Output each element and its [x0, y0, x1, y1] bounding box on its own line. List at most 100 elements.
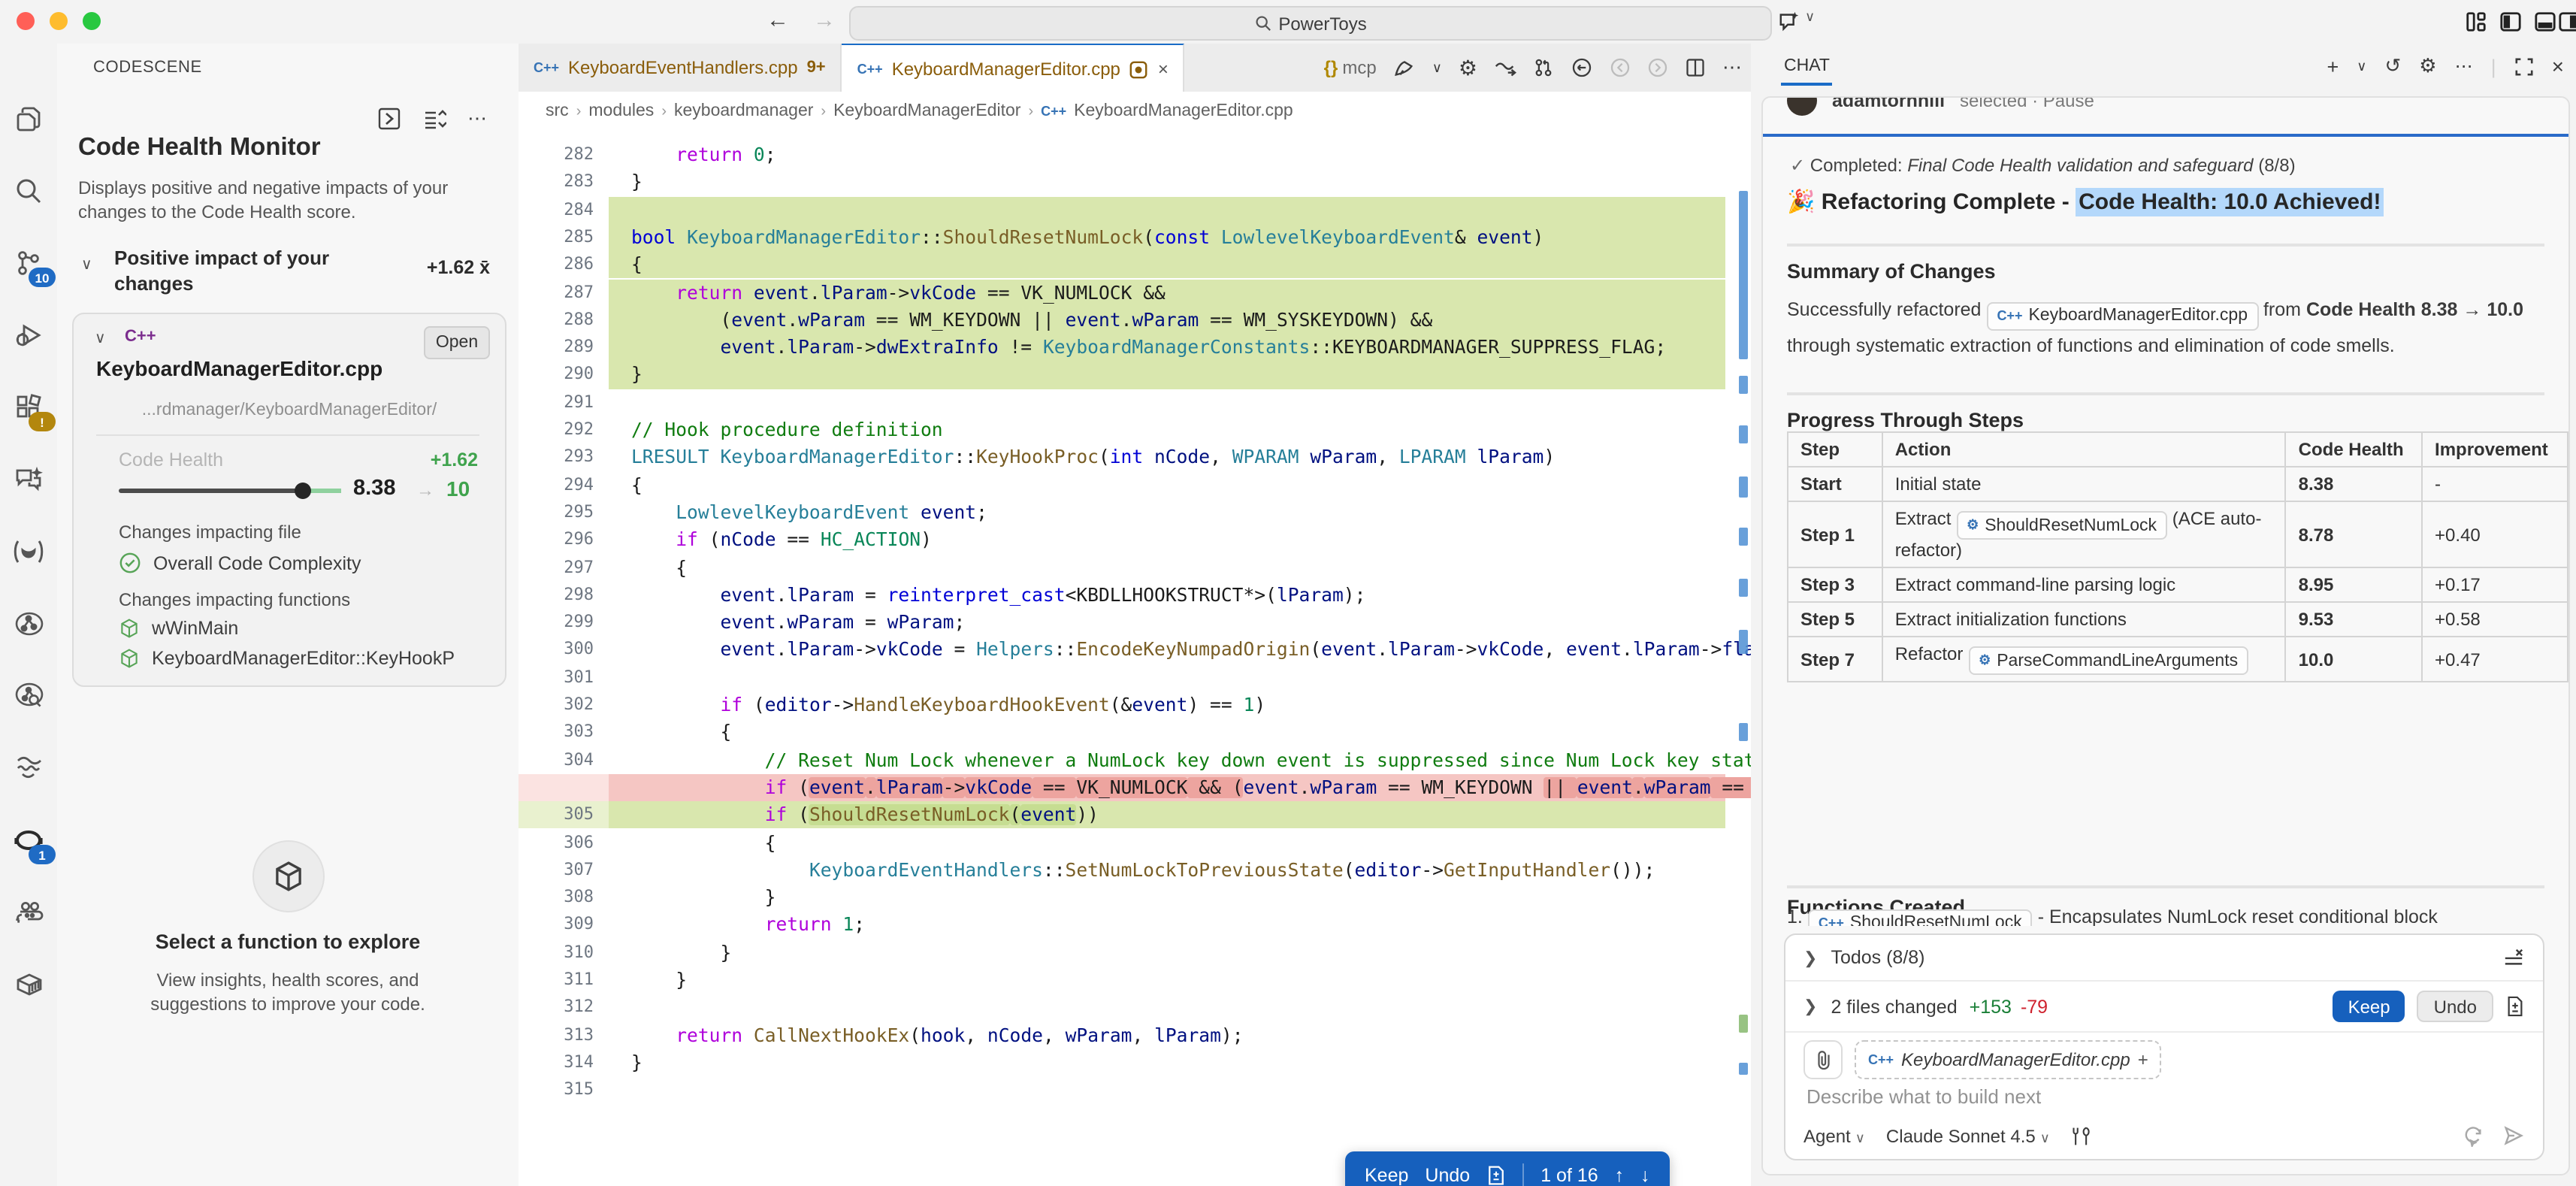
run-debug-icon[interactable]	[11, 317, 47, 353]
code-line[interactable]: 295 LowlevelKeyboardEvent event;	[519, 499, 1739, 527]
attach-button[interactable]	[1804, 1040, 1843, 1079]
chat-input-container[interactable]: ❯ Todos (8/8) ❯ 2 files changed +153 -79…	[1784, 933, 2544, 1160]
traffic-light-close[interactable]	[17, 12, 35, 30]
nav-forward-icon[interactable]: →	[813, 8, 836, 33]
open-file-button[interactable]: Open	[424, 326, 490, 359]
impact-file-item[interactable]: Overall Code Complexity	[119, 552, 361, 574]
explorer-icon[interactable]	[11, 101, 47, 137]
function-chip[interactable]: C++ShouldResetNumLock	[1808, 909, 2033, 926]
close-icon[interactable]: ×	[1158, 59, 1169, 80]
code-editor[interactable]: 282 return 0;283}284285bool KeyboardMana…	[519, 131, 1751, 1186]
code-line[interactable]: 296 if (nCode == HC_ACTION)	[519, 526, 1739, 554]
command-center-search[interactable]: PowerToys	[849, 6, 1772, 41]
undo-button[interactable]: Undo	[2417, 991, 2493, 1022]
tools-icon[interactable]	[2071, 1125, 2092, 1146]
code-line[interactable]: 309 return 1;	[519, 912, 1739, 939]
collapse-all-icon[interactable]	[422, 107, 446, 131]
code-line[interactable]: 315	[519, 1076, 1739, 1104]
code-line[interactable]: 299 event.wParam = wParam;	[519, 609, 1739, 637]
code-line[interactable]: 292// Hook procedure definition	[519, 416, 1739, 444]
code-line[interactable]: 287 return event.lParam->vkCode == VK_NU…	[519, 279, 1739, 307]
search-icon[interactable]	[11, 173, 47, 209]
code-line[interactable]: 289 event.lParam->dwExtraInfo != Keyboar…	[519, 334, 1739, 362]
impacted-function[interactable]: wWinMain	[119, 618, 238, 639]
code-line[interactable]: 300 event.lParam->vkCode = Helpers::Enco…	[519, 637, 1739, 664]
settings-gear-icon[interactable]: ⚙	[1459, 55, 1477, 80]
split-editor-icon[interactable]	[1685, 57, 1706, 78]
chat-tab[interactable]: CHAT	[1784, 57, 1830, 75]
function-chip[interactable]: ⚙ShouldResetNumLock	[1956, 511, 2167, 540]
chevron-down-icon[interactable]: ∨	[95, 331, 106, 347]
prev-change-icon[interactable]	[1610, 57, 1631, 78]
attached-file-chip[interactable]: C++ KeyboardManagerEditor.cpp +	[1855, 1040, 2162, 1079]
pull-request-icon[interactable]	[1533, 57, 1554, 78]
code-line[interactable]: 301	[519, 664, 1739, 691]
more-actions-icon[interactable]: ⋯	[467, 107, 488, 131]
diff-file-icon[interactable]	[1486, 1165, 1506, 1186]
tab-keyboardmanagereditor[interactable]: C++ KeyboardManagerEditor.cpp ×	[842, 44, 1185, 93]
file-health-card[interactable]: ∨ C++ Open KeyboardManagerEditor.cpp ...…	[72, 313, 506, 687]
customize-layout-icon[interactable]	[2465, 11, 2487, 33]
mcp-indicator[interactable]: {} mcp	[1324, 57, 1377, 78]
ai-assistant-icon[interactable]	[11, 894, 47, 930]
settings-gear-icon[interactable]: ⚙	[2419, 54, 2436, 78]
tab-keyboardeventhandlers[interactable]: C++ KeyboardEventHandlers.cpp 9+	[519, 44, 842, 92]
pulse-waves-icon[interactable]	[11, 750, 47, 786]
code-line[interactable]: 306 {	[519, 829, 1739, 857]
add-context-icon[interactable]: +	[2138, 1049, 2148, 1070]
code-line[interactable]: 307 KeyboardEventHandlers::SetNumLockToP…	[519, 857, 1739, 885]
traffic-light-minimize[interactable]	[50, 12, 68, 30]
open-preview-icon[interactable]	[377, 107, 401, 131]
nav-back-icon[interactable]: ←	[766, 8, 789, 33]
toggle-panel-icon[interactable]	[2534, 11, 2556, 33]
next-change-arrow-icon[interactable]: ↓	[1640, 1165, 1650, 1186]
chevron-down-icon[interactable]: ∨	[1805, 9, 1815, 26]
next-change-icon[interactable]	[1647, 57, 1668, 78]
gitlens-icon[interactable]	[11, 534, 47, 570]
breadcrumb-item[interactable]: KeyboardManagerEditor	[833, 102, 1020, 120]
code-line[interactable]: 284	[519, 196, 1739, 224]
toggle-primary-sidebar-icon[interactable]	[2499, 11, 2522, 33]
breadcrumb[interactable]: src›modules›keyboardmanager›KeyboardMana…	[519, 92, 1751, 131]
codescene-icon[interactable]	[11, 606, 47, 642]
chat-input[interactable]: Describe what to build next	[1807, 1085, 2041, 1108]
chat-icon[interactable]	[11, 461, 47, 498]
code-line[interactable]: 283}	[519, 169, 1739, 197]
code-line[interactable]: 312	[519, 994, 1739, 1022]
code-line[interactable]: 298 event.lParam = reinterpret_cast<KBDL…	[519, 582, 1739, 610]
keep-button[interactable]: Keep	[1365, 1165, 1408, 1186]
toggle-secondary-sidebar-icon[interactable]	[2558, 11, 2576, 33]
code-line[interactable]: 313 return CallNextHookEx(hook, nCode, w…	[519, 1021, 1739, 1049]
impacted-function[interactable]: KeyboardManagerEditor::KeyHookP	[119, 648, 455, 669]
code-line[interactable]: 308 }	[519, 884, 1739, 912]
goggles-icon[interactable]: 1	[11, 822, 47, 858]
discard-icon[interactable]	[1571, 57, 1593, 78]
open-changes-icon[interactable]	[1494, 58, 1516, 77]
code-line[interactable]: 294{	[519, 471, 1739, 499]
undo-button[interactable]: Undo	[1425, 1165, 1470, 1186]
diff-file-icon[interactable]	[2505, 995, 2525, 1018]
chevron-down-icon[interactable]: ∨	[1432, 59, 1442, 76]
code-line[interactable]: 293LRESULT KeyboardManagerEditor::KeyHoo…	[519, 444, 1739, 472]
breadcrumb-item[interactable]: KeyboardManagerEditor.cpp	[1074, 102, 1293, 120]
code-line[interactable]: 311 }	[519, 967, 1739, 994]
modified-indicator-icon[interactable]	[1129, 59, 1149, 79]
breadcrumb-item[interactable]: modules	[588, 102, 654, 120]
file-chip[interactable]: C++KeyboardManagerEditor.cpp	[1986, 302, 2258, 331]
code-line[interactable]: 286{	[519, 251, 1739, 279]
code-line[interactable]: 314}	[519, 1049, 1739, 1077]
code-line[interactable]: 291	[519, 389, 1739, 416]
checklist-icon[interactable]	[2502, 947, 2525, 968]
code-line-deleted[interactable]: if (event.lParam->vkCode == VK_NUMLOCK &…	[519, 774, 1739, 802]
traffic-light-zoom[interactable]	[83, 12, 101, 30]
code-line[interactable]: 288 (event.wParam == WM_KEYDOWN || event…	[519, 307, 1739, 334]
codescene-ace-icon[interactable]	[11, 678, 47, 714]
send-icon[interactable]	[2502, 1124, 2525, 1147]
code-line[interactable]: 285bool KeyboardManagerEditor::ShouldRes…	[519, 224, 1739, 252]
files-changed-row[interactable]: ❯ 2 files changed +153 -79 Keep Undo	[1785, 982, 2543, 1033]
code-line[interactable]: 310 }	[519, 939, 1739, 967]
more-actions-icon[interactable]: ⋯	[1722, 56, 1742, 80]
code-line[interactable]: 302 if (editor->HandleKeyboardHookEvent(…	[519, 691, 1739, 719]
voice-input-icon[interactable]	[2462, 1124, 2484, 1147]
function-chip[interactable]: ⚙ParseCommandLineArguments	[1968, 646, 2248, 675]
